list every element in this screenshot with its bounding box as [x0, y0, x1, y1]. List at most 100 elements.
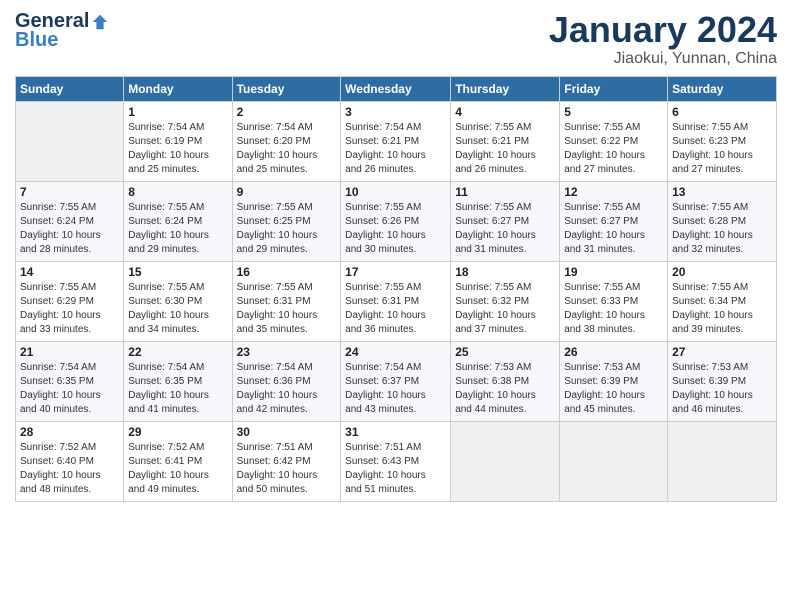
day-number: 18 — [455, 265, 555, 279]
day-detail: Sunrise: 7:55 AMSunset: 6:26 PMDaylight:… — [345, 201, 446, 257]
calendar-cell: 2Sunrise: 7:54 AMSunset: 6:20 PMDaylight… — [232, 101, 341, 181]
week-row-1: 1Sunrise: 7:54 AMSunset: 6:19 PMDaylight… — [16, 101, 777, 181]
calendar-cell: 15 Sunrise: 7:55 AMSunset: 6:30 PMDayligh… — [124, 261, 232, 341]
calendar-cell: 27 Sunrise: 7:53 AMSunset: 6:39 PMDayligh… — [668, 341, 777, 421]
calendar-cell: 24Sunrise: 7:54 AMSunset: 6:37 PMDayligh… — [341, 341, 451, 421]
calendar-cell: 20 Sunrise: 7:55 AMSunset: 6:34 PMDayligh… — [668, 261, 777, 341]
day-detail: Sunrise: 7:55 AMSunset: 6:31 PMDaylight:… — [345, 281, 446, 337]
calendar-cell: 29Sunrise: 7:52 AMSunset: 6:41 PMDayligh… — [124, 421, 232, 501]
day-number: 22 — [128, 345, 227, 359]
day-detail: Sunrise: 7:55 AMSunset: 6:21 PMDaylight:… — [455, 121, 555, 177]
day-number: 4 — [455, 105, 555, 119]
day-detail: Sunrise: 7:54 AMSunset: 6:20 PMDaylight:… — [237, 121, 337, 177]
day-detail: Sunrise: 7:54 AMSunset: 6:36 PMDaylight:… — [237, 361, 337, 417]
day-number: 11 — [455, 185, 555, 199]
calendar-cell: 17 Sunrise: 7:55 AMSunset: 6:31 PMDayligh… — [341, 261, 451, 341]
day-detail: Sunrise: 7:55 AMSunset: 6:31 PMDaylight:… — [237, 281, 337, 337]
day-number: 7 — [20, 185, 119, 199]
day-detail: Sunrise: 7:53 AMSunset: 6:39 PMDaylight:… — [672, 361, 772, 417]
calendar-cell: 16Sunrise: 7:55 AMSunset: 6:31 PMDayligh… — [232, 261, 341, 341]
day-number: 23 — [237, 345, 337, 359]
calendar-cell: 19 Sunrise: 7:55 AMSunset: 6:33 PMDayligh… — [560, 261, 668, 341]
day-detail: Sunrise: 7:55 AMSunset: 6:27 PMDaylight:… — [455, 201, 555, 257]
calendar-header: General Blue January 2024 Jiaokui, Yunna… — [15, 10, 777, 68]
calendar-cell: 8Sunrise: 7:55 AMSunset: 6:24 PMDaylight… — [124, 181, 232, 261]
day-number: 1 — [128, 105, 227, 119]
day-detail: Sunrise: 7:55 AMSunset: 6:29 PMDaylight:… — [20, 281, 119, 337]
day-detail: Sunrise: 7:55 AMSunset: 6:34 PMDaylight:… — [672, 281, 772, 337]
day-detail: Sunrise: 7:51 AMSunset: 6:43 PMDaylight:… — [345, 441, 446, 497]
calendar-cell: 9Sunrise: 7:55 AMSunset: 6:25 PMDaylight… — [232, 181, 341, 261]
calendar-cell: 6Sunrise: 7:55 AMSunset: 6:23 PMDaylight… — [668, 101, 777, 181]
calendar-cell: 30Sunrise: 7:51 AMSunset: 6:42 PMDayligh… — [232, 421, 341, 501]
day-detail: Sunrise: 7:54 AMSunset: 6:35 PMDaylight:… — [20, 361, 119, 417]
calendar-cell: 3 Sunrise: 7:54 AMSunset: 6:21 PMDaylight… — [341, 101, 451, 181]
day-number: 9 — [237, 185, 337, 199]
weekday-header-saturday: Saturday — [668, 76, 777, 101]
weekday-header-wednesday: Wednesday — [341, 76, 451, 101]
day-detail: Sunrise: 7:55 AMSunset: 6:30 PMDaylight:… — [128, 281, 227, 337]
calendar-cell: 22 Sunrise: 7:54 AMSunset: 6:35 PMDayligh… — [124, 341, 232, 421]
day-number: 27 — [672, 345, 772, 359]
day-detail: Sunrise: 7:55 AMSunset: 6:24 PMDaylight:… — [20, 201, 119, 257]
day-number: 20 — [672, 265, 772, 279]
calendar-cell: 10 Sunrise: 7:55 AMSunset: 6:26 PMDayligh… — [341, 181, 451, 261]
day-number: 5 — [564, 105, 663, 119]
day-detail: Sunrise: 7:55 AMSunset: 6:22 PMDaylight:… — [564, 121, 663, 177]
calendar-container: General Blue January 2024 Jiaokui, Yunna… — [0, 0, 792, 612]
day-number: 19 — [564, 265, 663, 279]
location: Jiaokui, Yunnan, China — [549, 50, 777, 68]
week-row-4: 21Sunrise: 7:54 AMSunset: 6:35 PMDayligh… — [16, 341, 777, 421]
calendar-cell — [560, 421, 668, 501]
day-detail: Sunrise: 7:54 AMSunset: 6:35 PMDaylight:… — [128, 361, 227, 417]
day-detail: Sunrise: 7:55 AMSunset: 6:33 PMDaylight:… — [564, 281, 663, 337]
month-title: January 2024 — [549, 10, 777, 50]
header-row: SundayMondayTuesdayWednesdayThursdayFrid… — [16, 76, 777, 101]
logo-icon — [91, 13, 109, 31]
calendar-cell: 26 Sunrise: 7:53 AMSunset: 6:39 PMDayligh… — [560, 341, 668, 421]
day-number: 10 — [345, 185, 446, 199]
week-row-3: 14Sunrise: 7:55 AMSunset: 6:29 PMDayligh… — [16, 261, 777, 341]
day-detail: Sunrise: 7:55 AMSunset: 6:23 PMDaylight:… — [672, 121, 772, 177]
day-detail: Sunrise: 7:55 AMSunset: 6:27 PMDaylight:… — [564, 201, 663, 257]
weekday-header-thursday: Thursday — [451, 76, 560, 101]
title-block: January 2024 Jiaokui, Yunnan, China — [549, 10, 777, 68]
calendar-cell — [451, 421, 560, 501]
weekday-header-friday: Friday — [560, 76, 668, 101]
day-number: 17 — [345, 265, 446, 279]
day-number: 13 — [672, 185, 772, 199]
day-number: 28 — [20, 425, 119, 439]
week-row-5: 28Sunrise: 7:52 AMSunset: 6:40 PMDayligh… — [16, 421, 777, 501]
calendar-cell: 25 Sunrise: 7:53 AMSunset: 6:38 PMDayligh… — [451, 341, 560, 421]
calendar-cell: 7 Sunrise: 7:55 AMSunset: 6:24 PMDaylight… — [16, 181, 124, 261]
calendar-cell: 18 Sunrise: 7:55 AMSunset: 6:32 PMDayligh… — [451, 261, 560, 341]
logo-blue-text: Blue — [15, 29, 58, 52]
day-number: 3 — [345, 105, 446, 119]
calendar-cell — [16, 101, 124, 181]
calendar-cell: 5 Sunrise: 7:55 AMSunset: 6:22 PMDaylight… — [560, 101, 668, 181]
week-row-2: 7 Sunrise: 7:55 AMSunset: 6:24 PMDaylight… — [16, 181, 777, 261]
day-detail: Sunrise: 7:55 AMSunset: 6:28 PMDaylight:… — [672, 201, 772, 257]
logo: General Blue — [15, 10, 109, 52]
calendar-cell: 12 Sunrise: 7:55 AMSunset: 6:27 PMDayligh… — [560, 181, 668, 261]
calendar-cell: 21Sunrise: 7:54 AMSunset: 6:35 PMDayligh… — [16, 341, 124, 421]
day-detail: Sunrise: 7:55 AMSunset: 6:32 PMDaylight:… — [455, 281, 555, 337]
calendar-cell: 14Sunrise: 7:55 AMSunset: 6:29 PMDayligh… — [16, 261, 124, 341]
day-detail: Sunrise: 7:54 AMSunset: 6:37 PMDaylight:… — [345, 361, 446, 417]
weekday-header-tuesday: Tuesday — [232, 76, 341, 101]
day-number: 26 — [564, 345, 663, 359]
day-number: 15 — [128, 265, 227, 279]
day-number: 12 — [564, 185, 663, 199]
weekday-header-sunday: Sunday — [16, 76, 124, 101]
day-number: 25 — [455, 345, 555, 359]
day-detail: Sunrise: 7:55 AMSunset: 6:24 PMDaylight:… — [128, 201, 227, 257]
day-detail: Sunrise: 7:53 AMSunset: 6:38 PMDaylight:… — [455, 361, 555, 417]
calendar-cell: 1Sunrise: 7:54 AMSunset: 6:19 PMDaylight… — [124, 101, 232, 181]
calendar-cell: 4 Sunrise: 7:55 AMSunset: 6:21 PMDaylight… — [451, 101, 560, 181]
day-detail: Sunrise: 7:53 AMSunset: 6:39 PMDaylight:… — [564, 361, 663, 417]
day-detail: Sunrise: 7:52 AMSunset: 6:41 PMDaylight:… — [128, 441, 227, 497]
calendar-table: SundayMondayTuesdayWednesdayThursdayFrid… — [15, 76, 777, 502]
calendar-cell: 31Sunrise: 7:51 AMSunset: 6:43 PMDayligh… — [341, 421, 451, 501]
day-number: 30 — [237, 425, 337, 439]
day-detail: Sunrise: 7:54 AMSunset: 6:21 PMDaylight:… — [345, 121, 446, 177]
